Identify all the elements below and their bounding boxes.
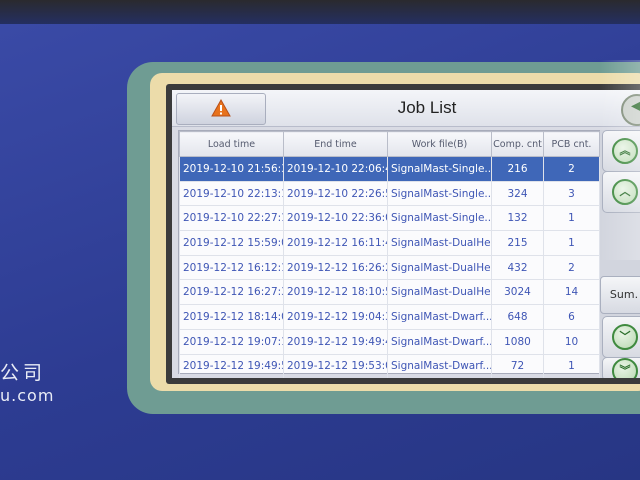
pcb-count-cell: 1 (543, 230, 600, 256)
work-file-cell: SignalMast-DualHe... (387, 279, 492, 306)
end-time-cell: 2019-12-12 16:26:25 (283, 254, 388, 281)
double-chevron-up-icon: ︽ (612, 138, 638, 164)
end-time-cell: 2019-12-12 19:53:08 (283, 353, 388, 378)
column-header-comp-count[interactable]: Comp. cnt (491, 131, 544, 157)
warning-triangle-icon (211, 99, 231, 117)
back-button[interactable]: ◀ (621, 94, 640, 126)
end-time-cell: 2019-12-10 22:06:46 (283, 156, 388, 182)
load-time-cell: 2019-12-12 18:14:01 (179, 304, 284, 330)
pcb-count-cell: 10 (543, 328, 600, 355)
load-time-cell: 2019-12-10 21:56:33 (179, 156, 284, 182)
comp-count-cell: 216 (491, 156, 544, 182)
pcb-count-cell: 6 (543, 304, 600, 330)
work-file-cell: SignalMast-Dwarf... (387, 304, 492, 330)
load-time-cell: 2019-12-10 22:13:19 (179, 180, 284, 207)
table-row[interactable]: 2019-12-12 15:59:07 2019-12-12 16:11:45 … (179, 230, 600, 256)
work-file-cell: SignalMast-Dwarf... (387, 353, 492, 378)
column-header-work-file[interactable]: Work file(B) (387, 131, 492, 157)
load-time-cell: 2019-12-12 19:07:11 (179, 328, 284, 355)
scroll-sidebar: ︽ ︿ Sum. ﹀ ︾ (600, 130, 640, 378)
chevron-down-icon: ﹀ (612, 324, 638, 350)
page-down-button[interactable]: ︾ (602, 357, 640, 378)
load-time-cell: 2019-12-12 16:27:33 (179, 279, 284, 306)
load-time-cell: 2019-12-10 22:27:14 (179, 205, 284, 232)
column-header-pcb-count[interactable]: PCB cnt. (543, 131, 600, 157)
chevron-up-icon: ︿ (612, 179, 638, 205)
end-time-cell: 2019-12-12 19:49:41 (283, 328, 388, 355)
table-row[interactable]: 2019-12-10 22:27:14 2019-12-10 22:36:08 … (179, 205, 600, 232)
end-time-cell: 2019-12-12 18:10:54 (283, 279, 388, 306)
warning-button[interactable] (176, 93, 266, 125)
end-time-cell: 2019-12-12 19:04:35 (283, 304, 388, 330)
table-row[interactable]: 2019-12-12 18:14:01 2019-12-12 19:04:35 … (179, 304, 600, 330)
load-time-cell: 2019-12-12 19:49:58 (179, 353, 284, 378)
load-time-cell: 2019-12-12 16:12:17 (179, 254, 284, 281)
end-time-cell: 2019-12-10 22:26:53 (283, 180, 388, 207)
table-header-row: Load time End time Work file(B) Comp. cn… (179, 131, 600, 157)
comp-count-cell: 648 (491, 304, 544, 330)
column-header-load-time[interactable]: Load time (179, 131, 284, 157)
job-list-table: Load time End time Work file(B) Comp. cn… (178, 130, 602, 378)
pcb-count-cell: 1 (543, 205, 600, 232)
comp-count-cell: 324 (491, 180, 544, 207)
brand-chinese-text: 公司 (0, 362, 47, 384)
row-down-button[interactable]: ﹀ (602, 316, 640, 358)
comp-count-cell: 215 (491, 230, 544, 256)
work-file-cell: SignalMast-Single... (387, 205, 492, 232)
end-time-cell: 2019-12-12 16:11:45 (283, 230, 388, 256)
load-time-cell: 2019-12-12 15:59:07 (179, 230, 284, 256)
page-up-button[interactable]: ︽ (602, 130, 640, 172)
pcb-count-cell: 2 (543, 156, 600, 182)
row-up-button[interactable]: ︿ (602, 171, 640, 213)
table-row[interactable]: 2019-12-12 16:12:17 2019-12-12 16:26:25 … (179, 254, 600, 281)
pcb-count-cell: 1 (543, 353, 600, 378)
table-row[interactable]: 2019-12-10 21:56:33 2019-12-10 22:06:46 … (179, 156, 600, 182)
back-arrow-icon: ◀ (631, 98, 640, 114)
touch-screen: Job List ◀ Load time End time Work file(… (172, 90, 640, 378)
comp-count-cell: 432 (491, 254, 544, 281)
double-chevron-down-icon: ︾ (612, 358, 638, 378)
work-file-cell: SignalMast-Single... (387, 180, 492, 207)
table-row[interactable]: 2019-12-12 19:49:58 2019-12-12 19:53:08 … (179, 353, 600, 378)
work-file-cell: SignalMast-Single... (387, 156, 492, 182)
column-header-end-time[interactable]: End time (283, 131, 388, 157)
pcb-count-cell: 2 (543, 254, 600, 281)
pcb-count-cell: 14 (543, 279, 600, 306)
work-file-cell: SignalMast-DualHe... (387, 230, 492, 256)
pcb-count-cell: 3 (543, 180, 600, 207)
comp-count-cell: 3024 (491, 279, 544, 306)
work-file-cell: SignalMast-DualHe... (387, 254, 492, 281)
table-row[interactable]: 2019-12-12 19:07:11 2019-12-12 19:49:41 … (179, 328, 600, 355)
table-row[interactable]: 2019-12-12 16:27:33 2019-12-12 18:10:54 … (179, 279, 600, 306)
sum-button[interactable]: Sum. (600, 276, 640, 314)
page-title: Job List (397, 98, 457, 117)
end-time-cell: 2019-12-10 22:36:08 (283, 205, 388, 232)
table-row[interactable]: 2019-12-10 22:13:19 2019-12-10 22:26:53 … (179, 180, 600, 207)
comp-count-cell: 132 (491, 205, 544, 232)
comp-count-cell: 1080 (491, 328, 544, 355)
brand-web-text: u.com (0, 386, 55, 405)
work-file-cell: SignalMast-Dwarf... (387, 328, 492, 355)
title-bar: Job List ◀ (172, 90, 640, 127)
comp-count-cell: 72 (491, 353, 544, 378)
